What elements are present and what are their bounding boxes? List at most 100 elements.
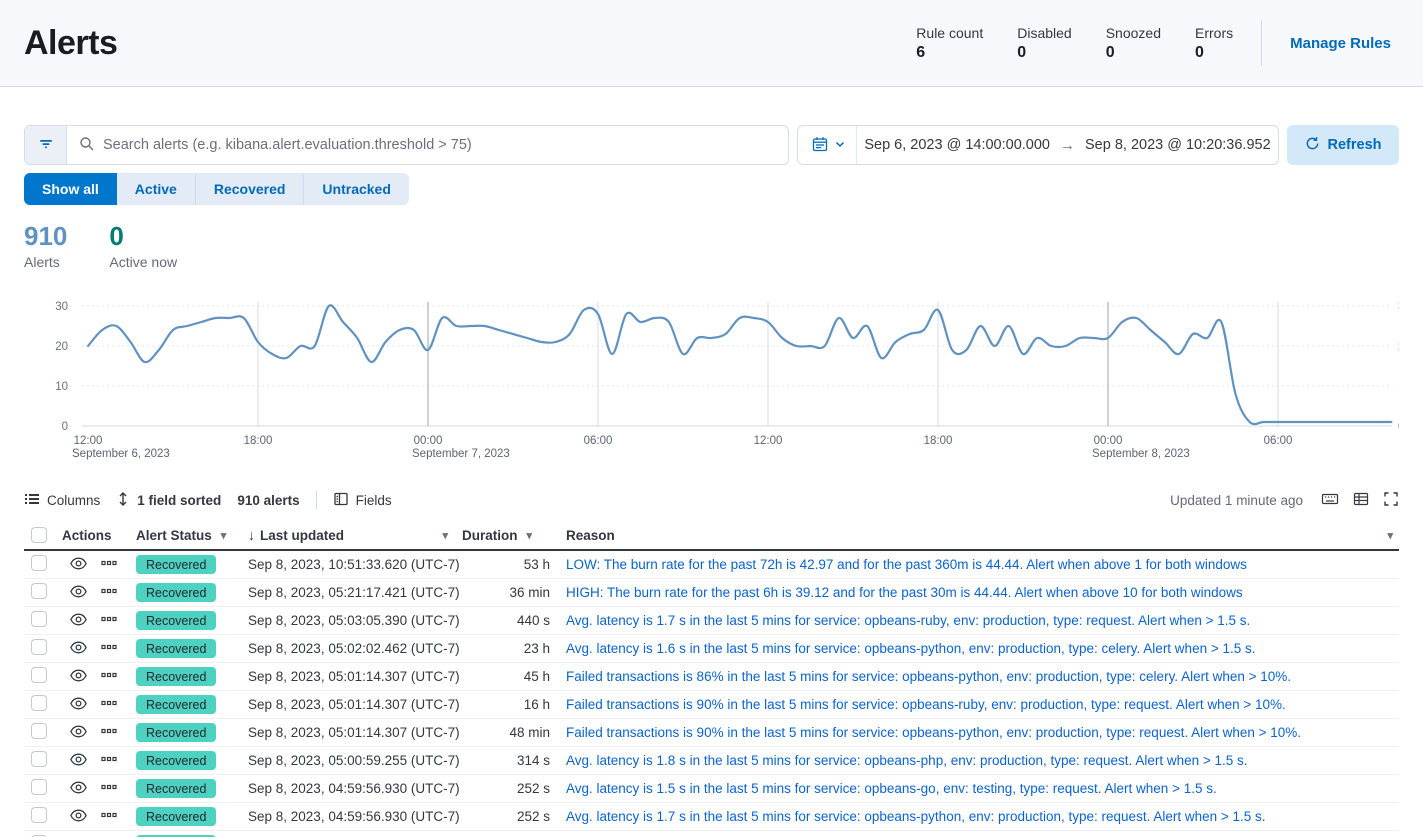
view-alert-button[interactable] [70,555,87,575]
row-checkbox[interactable] [31,555,47,571]
more-actions-button[interactable] [101,583,117,602]
tab-active[interactable]: Active [117,173,196,205]
boxes-horizontal-icon [101,695,117,714]
column-header-reason[interactable]: Reason ▾ [566,528,1399,543]
fields-button[interactable]: Fields [333,491,392,510]
more-actions-button[interactable] [101,639,117,658]
row-checkbox[interactable] [31,723,47,739]
columns-label: Columns [47,493,100,508]
view-alert-button[interactable] [70,611,87,631]
search-row: Sep 6, 2023 @ 14:00:00.000 → Sep 8, 2023… [24,125,1399,165]
more-actions-button[interactable] [101,611,117,630]
alerts-histogram[interactable]: 0010102020303012:00September 6, 202318:0… [24,296,1399,469]
duration-cell: 36 min [462,585,566,600]
reason-link[interactable]: Failed transactions is 86% in the last 5… [566,669,1399,684]
eye-icon [70,723,87,743]
column-header-last-updated[interactable]: ↓ Last updated ▾ [248,527,462,543]
status-badge: Recovered [136,639,216,658]
reason-link[interactable]: Avg. latency is 1.5 s in the last 5 mins… [566,781,1399,796]
stat-value: 0 [1106,44,1161,62]
row-checkbox[interactable] [31,667,47,683]
alerts-line-chart[interactable]: 0010102020303012:00September 6, 202318:0… [24,296,1399,466]
duration-cell: 48 min [462,725,566,740]
row-checkbox[interactable] [31,751,47,767]
stat-label: Rule count [916,25,983,41]
more-actions-button[interactable] [101,779,117,798]
more-actions-button[interactable] [101,555,117,574]
row-checkbox[interactable] [31,807,47,823]
row-checkbox[interactable] [31,695,47,711]
column-header-alert-status[interactable]: Alert Status ▾ [136,528,248,543]
reason-link[interactable]: Failed transactions is 90% in the last 5… [566,697,1399,712]
view-alert-button[interactable] [70,639,87,659]
search-input[interactable] [103,137,776,153]
select-all-checkbox[interactable] [31,527,47,543]
status-badge: Recovered [136,751,216,770]
reason-link[interactable]: LOW: The burn rate for the past 72h is 4… [566,557,1399,572]
fullscreen-icon [1383,491,1399,510]
row-checkbox[interactable] [31,583,47,599]
columns-button[interactable]: Columns [24,491,100,510]
svg-text:10: 10 [55,381,68,393]
view-alert-button[interactable] [70,695,87,715]
fullscreen-button[interactable] [1383,491,1399,510]
reason-link[interactable]: Avg. latency is 1.8 s in the last 5 mins… [566,753,1399,768]
keyboard-icon [1321,491,1339,510]
refresh-label: Refresh [1328,137,1382,153]
last-updated-cell: Sep 8, 2023, 05:01:14.307 (UTC-7) [248,697,462,712]
display-options-button[interactable] [1353,491,1369,510]
reason-link[interactable]: Avg. latency is 1.7 s in the last 5 mins… [566,809,1399,824]
boxes-horizontal-icon [101,807,117,826]
svg-text:18:00: 18:00 [924,435,953,447]
date-end[interactable]: Sep 8, 2023 @ 10:20:36.952 [1085,137,1271,153]
updated-header-label: Last updated [260,528,344,543]
eye-icon [70,807,87,827]
row-checkbox[interactable] [31,779,47,795]
reason-header-label: Reason [566,528,615,543]
status-badge: Recovered [136,723,216,742]
arrow-right-icon: → [1060,137,1075,154]
more-actions-button[interactable] [101,751,117,770]
tab-show-all[interactable]: Show all [24,173,117,205]
svg-text:0: 0 [62,421,68,433]
sort-descending-icon: ↓ [248,527,255,543]
more-actions-button[interactable] [101,667,117,686]
last-updated-cell: Sep 8, 2023, 10:51:33.620 (UTC-7) [248,557,462,572]
boxes-horizontal-icon [101,583,117,602]
sort-fields-button[interactable]: 1 field sorted [116,491,221,510]
reason-link[interactable]: Failed transactions is 90% in the last 5… [566,725,1399,740]
view-alert-button[interactable] [70,751,87,771]
view-alert-button[interactable] [70,583,87,603]
reason-link[interactable]: Avg. latency is 1.7 s in the last 5 mins… [566,613,1399,628]
more-actions-button[interactable] [101,723,117,742]
view-alert-button[interactable] [70,723,87,743]
tab-recovered[interactable]: Recovered [196,173,305,205]
eye-icon [70,667,87,687]
date-quick-menu-button[interactable] [798,126,857,164]
more-actions-button[interactable] [101,695,117,714]
view-alert-button[interactable] [70,667,87,687]
date-start[interactable]: Sep 6, 2023 @ 14:00:00.000 [864,137,1050,153]
reason-link[interactable]: Avg. latency is 1.6 s in the last 5 mins… [566,641,1399,656]
last-updated-cell: Sep 8, 2023, 05:01:14.307 (UTC-7) [248,669,462,684]
svg-text:September 8, 2023: September 8, 2023 [1092,448,1190,460]
reason-link[interactable]: HIGH: The burn rate for the past 6h is 3… [566,585,1399,600]
view-alert-button[interactable] [70,807,87,827]
refresh-button[interactable]: Refresh [1287,125,1399,165]
tab-untracked[interactable]: Untracked [304,173,408,205]
row-checkbox[interactable] [31,611,47,627]
view-alert-button[interactable] [70,779,87,799]
column-header-duration[interactable]: Duration ▾ [462,528,566,543]
manage-rules-link[interactable]: Manage Rules [1290,35,1391,52]
keyboard-shortcuts-button[interactable] [1321,491,1339,510]
duration-cell: 23 h [462,641,566,656]
status-badge: Recovered [136,779,216,798]
boxes-horizontal-icon [101,611,117,630]
svg-text:September 6, 2023: September 6, 2023 [72,448,170,460]
add-filter-button[interactable] [25,126,67,164]
stat-errors: Errors 0 [1195,25,1233,62]
stat-label: Disabled [1017,25,1071,41]
table-row: Recovered Sep 8, 2023, 05:01:14.307 (UTC… [24,719,1399,747]
more-actions-button[interactable] [101,807,117,826]
row-checkbox[interactable] [31,639,47,655]
